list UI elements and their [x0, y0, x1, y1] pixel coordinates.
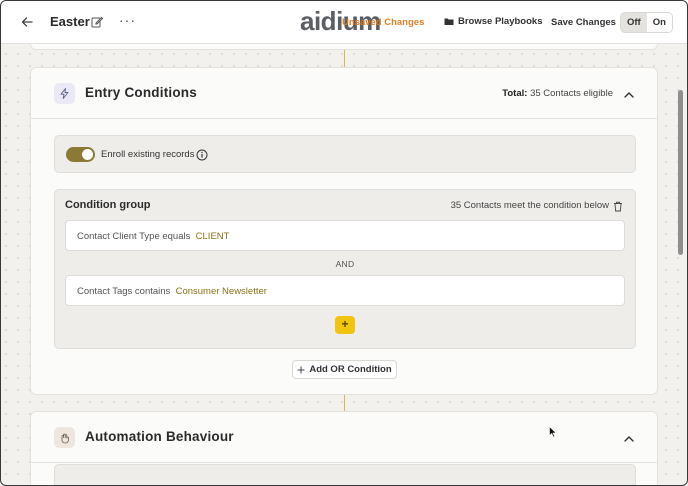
condition-label: Contact Tags contains	[77, 286, 171, 297]
condition-group-title: Condition group	[65, 199, 151, 211]
unsaved-changes-indicator: Unsaved Changes	[342, 17, 425, 28]
automation-behaviour-header[interactable]: Automation Behaviour	[31, 412, 657, 463]
back-arrow-icon[interactable]	[18, 13, 36, 31]
page-title: Easter	[50, 14, 90, 29]
condition-row[interactable]: Contact Tags contains Consumer Newslette…	[65, 275, 625, 306]
more-options-icon[interactable]: ···	[119, 12, 136, 28]
automation-content	[54, 464, 636, 486]
hand-icon	[54, 427, 75, 448]
chevron-up-icon[interactable]	[623, 88, 635, 100]
condition-group-count: 35 Contacts meet the condition below	[450, 200, 609, 211]
condition-text: Contact Tags contains Consumer Newslette…	[77, 286, 267, 297]
condition-group: Condition group 35 Contacts meet the con…	[54, 189, 636, 349]
enroll-existing-box: Enroll existing records	[54, 135, 636, 173]
scrollbar[interactable]	[678, 90, 683, 255]
plus-icon	[297, 366, 305, 373]
flow-connector	[344, 50, 345, 67]
total-eligible: Total: 35 Contacts eligible	[502, 88, 613, 99]
total-text: 35 Contacts eligible	[530, 88, 613, 99]
enroll-toggle-switch[interactable]	[66, 147, 95, 162]
total-prefix: Total:	[502, 88, 528, 99]
add-condition-button[interactable]: +	[335, 316, 355, 334]
enroll-existing-label: Enroll existing records	[101, 149, 195, 160]
add-or-condition-label: Add OR Condition	[309, 364, 392, 375]
mouse-cursor-icon	[549, 425, 557, 443]
add-or-condition-button[interactable]: Add OR Condition	[292, 360, 397, 379]
condition-text: Contact Client Type equals CLIENT	[77, 231, 229, 242]
off-option[interactable]: Off	[621, 13, 647, 32]
flow-connector	[344, 395, 345, 411]
browse-playbooks-label: Browse Playbooks	[458, 16, 543, 27]
condition-value: CLIENT	[195, 231, 230, 242]
condition-label: Contact Client Type equals	[77, 231, 191, 242]
condition-row[interactable]: Contact Client Type equals CLIENT	[65, 220, 625, 251]
top-bar: Easter ··· aidium Unsaved Changes Browse…	[0, 0, 688, 44]
chevron-up-icon[interactable]	[623, 432, 635, 444]
lightning-icon	[54, 83, 75, 104]
folder-icon	[444, 18, 454, 25]
on-option[interactable]: On	[646, 13, 672, 32]
entry-conditions-header[interactable]: Entry Conditions Total: 35 Contacts elig…	[31, 68, 657, 119]
entry-conditions-title: Entry Conditions	[85, 85, 197, 100]
on-off-toggle: Off On	[620, 12, 673, 33]
automation-behaviour-title: Automation Behaviour	[85, 429, 234, 444]
condition-value: Consumer Newsletter	[175, 286, 267, 297]
automation-behaviour-card: Automation Behaviour	[30, 411, 658, 486]
and-separator: AND	[335, 259, 355, 269]
info-icon[interactable]	[196, 148, 208, 161]
browse-playbooks-button[interactable]: Browse Playbooks	[444, 16, 542, 27]
edit-title-icon[interactable]	[91, 15, 104, 28]
save-changes-button[interactable]: Save Changes	[551, 17, 616, 28]
trash-icon[interactable]	[613, 199, 623, 212]
entry-conditions-card: Entry Conditions Total: 35 Contacts elig…	[30, 67, 658, 395]
